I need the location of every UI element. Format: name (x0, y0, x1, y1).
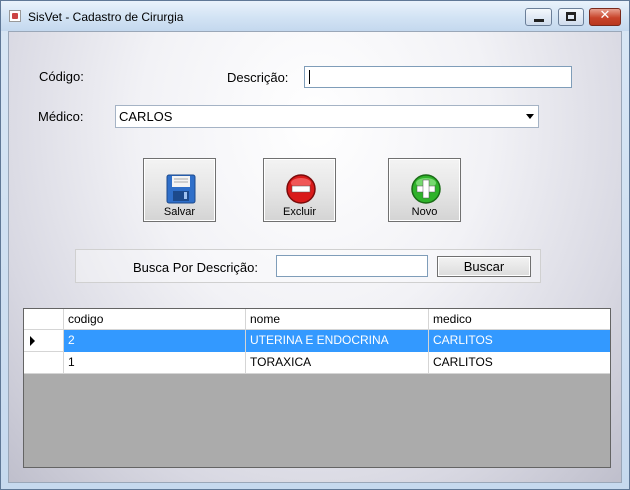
text-caret (309, 70, 310, 84)
excluir-button[interactable]: Excluir (263, 158, 336, 222)
column-header-nome[interactable]: nome (246, 309, 429, 330)
minus-circle-icon (286, 174, 316, 204)
minimize-icon (534, 19, 544, 22)
maximize-button[interactable] (558, 8, 584, 26)
window-title: SisVet - Cadastro de Cirurgia (28, 10, 184, 24)
search-input[interactable] (276, 255, 428, 277)
grid-corner (24, 309, 64, 330)
table-cell[interactable]: UTERINA E ENDOCRINA (246, 330, 429, 352)
maximize-icon (566, 12, 576, 21)
medico-select-value: CARLOS (119, 109, 173, 124)
floppy-disk-icon (166, 174, 196, 204)
novo-button[interactable]: Novo (388, 158, 461, 222)
salvar-label: Salvar (163, 206, 196, 218)
app-window: SisVet - Cadastro de Cirurgia ✕ Código: … (0, 0, 630, 490)
minimize-button[interactable] (525, 8, 552, 26)
chevron-down-icon[interactable] (526, 114, 534, 119)
medico-label: Médico: (38, 109, 84, 124)
row-header[interactable] (24, 352, 64, 374)
descricao-label: Descrição: (227, 70, 289, 85)
results-grid[interactable]: codigo nome medico 2 UTERINA E ENDOCRINA… (23, 308, 611, 468)
table-cell[interactable]: TORAXICA (246, 352, 429, 374)
search-label: Busca Por Descrição: (133, 260, 258, 275)
table-cell[interactable]: CARLITOS (429, 352, 610, 374)
codigo-label: Código: (39, 69, 84, 84)
table-cell[interactable]: 1 (64, 352, 246, 374)
close-icon: ✕ (599, 8, 611, 23)
medico-select[interactable]: CARLOS (115, 105, 539, 128)
table-cell[interactable]: 2 (64, 330, 246, 352)
table-cell[interactable]: CARLITOS (429, 330, 610, 352)
buscar-label: Buscar (463, 259, 505, 274)
current-row-arrow-icon (30, 336, 35, 346)
buscar-button[interactable]: Buscar (437, 256, 531, 277)
salvar-button[interactable]: Salvar (143, 158, 216, 222)
app-icon (9, 10, 21, 22)
plus-circle-icon (411, 174, 441, 204)
column-header-medico[interactable]: medico (429, 309, 610, 330)
row-header-selected[interactable] (24, 330, 64, 352)
descricao-input[interactable] (304, 66, 572, 88)
novo-label: Novo (411, 206, 438, 218)
title-bar[interactable]: SisVet - Cadastro de Cirurgia ✕ (1, 1, 629, 31)
close-button[interactable]: ✕ (589, 8, 621, 26)
column-header-codigo[interactable]: codigo (64, 309, 246, 330)
excluir-label: Excluir (282, 206, 316, 218)
